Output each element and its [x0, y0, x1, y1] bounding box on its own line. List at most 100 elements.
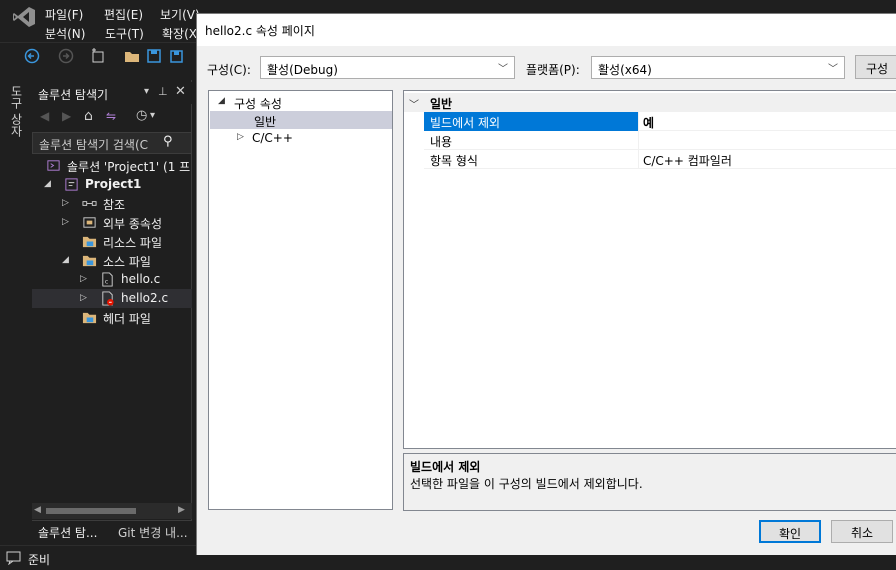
tree-row-header-files[interactable]: 헤더 파일	[32, 308, 192, 327]
tree-row-references[interactable]: ▷ 참조	[32, 194, 192, 213]
expanded-arrow-icon[interactable]: ◢	[62, 255, 70, 265]
visual-studio-logo-icon	[13, 7, 35, 27]
dialog-titlebar: hello2.c 속성 페이지	[197, 14, 896, 46]
description-title: 빌드에서 제외	[410, 460, 481, 474]
horizontal-scrollbar[interactable]: ◀ ▶	[32, 503, 192, 519]
configuration-value: 활성(Debug)	[267, 63, 338, 77]
property-row[interactable]: 내용	[424, 131, 896, 150]
category-general[interactable]: ﹀ 일반	[404, 93, 896, 112]
tree-label: 헤더 파일	[103, 312, 151, 326]
platform-combo[interactable]: 활성(x64) ﹀	[591, 56, 845, 79]
tree-label: 솔루션 'Project1' (1 프	[67, 160, 191, 174]
svg-text:c: c	[105, 277, 109, 285]
status-text: 준비	[28, 553, 51, 567]
dialog-title: hello2.c 속성 페이지	[205, 24, 315, 38]
menu-file[interactable]: 파일(F)	[45, 6, 83, 23]
property-grid: ﹀ 일반 빌드에서 제외 예 내용 항목 형식 C/C++ 컴파일러	[403, 90, 896, 449]
dropdown-icon[interactable]: ▾	[144, 86, 149, 97]
tree-row-source-files[interactable]: ◢ 소스 파일	[32, 251, 192, 270]
category-label: 일반	[430, 97, 453, 111]
solution-explorer-panel: 솔루션 탐색기 ▾ ⊥ ✕ ◀ ▶ ⌂ ⇋ ◷ ▾ 솔루션 탐색기 검색(C ⚲…	[32, 80, 192, 542]
switch-views-icon[interactable]: ⇋	[106, 109, 116, 123]
property-row[interactable]: 빌드에서 제외 예	[424, 112, 896, 131]
platform-label: 플랫폼(P):	[526, 63, 580, 77]
back-icon[interactable]	[24, 48, 40, 64]
solution-explorer-search[interactable]: 솔루션 탐색기 검색(C ⚲	[32, 132, 192, 154]
cancel-button-label: 취소	[850, 526, 874, 540]
property-tree: ◢ 구성 속성 일반 ▷ C/C++	[208, 90, 393, 510]
tree-label: hello2.c	[121, 291, 169, 305]
collapsed-arrow-icon[interactable]: ▷	[80, 293, 88, 303]
menu-tools[interactable]: 도구(T)	[105, 25, 144, 42]
property-value[interactable]: C/C++ 컴파일러	[643, 152, 732, 169]
scroll-right-icon[interactable]: ▶	[178, 505, 185, 515]
property-row[interactable]: 항목 형식 C/C++ 컴파일러	[424, 150, 896, 169]
menu-view[interactable]: 보기(V)	[160, 6, 200, 23]
expanded-arrow-icon[interactable]: ◢	[218, 96, 225, 106]
tree-item-configuration-properties[interactable]: ◢ 구성 속성	[210, 93, 392, 111]
history-icon[interactable]: ◷	[136, 108, 147, 123]
pin-icon[interactable]: ⊥	[158, 85, 168, 98]
chevron-down-icon[interactable]: ▾	[150, 110, 155, 121]
folder-icon	[82, 255, 97, 267]
tree-label: 일반	[254, 115, 277, 129]
collapsed-arrow-icon[interactable]: ▷	[237, 132, 244, 142]
chevron-down-icon: ﹀	[828, 64, 838, 75]
configuration-manager-button[interactable]: 구성	[855, 55, 896, 79]
home-icon[interactable]: ⌂	[84, 108, 93, 124]
tab-solution-explorer[interactable]: 솔루션 탐...	[38, 524, 97, 541]
menu-analyze[interactable]: 분석(N)	[45, 25, 85, 42]
save-icon[interactable]	[146, 48, 162, 64]
collapsed-arrow-icon[interactable]: ▷	[80, 274, 88, 284]
tree-row-project[interactable]: ◢ Project1	[32, 175, 192, 194]
collapsed-arrow-icon[interactable]: ▷	[62, 198, 70, 208]
tree-row-solution[interactable]: 솔루션 'Project1' (1 프	[32, 156, 192, 175]
tree-row-resource-files[interactable]: 리소스 파일	[32, 232, 192, 251]
tree-row-hello2-c[interactable]: ▷ hello2.c	[32, 289, 192, 308]
forward-icon[interactable]	[58, 48, 74, 64]
open-folder-icon[interactable]	[124, 48, 140, 64]
solution-icon	[47, 160, 60, 171]
c-file-icon: c	[102, 272, 113, 287]
external-deps-icon	[83, 217, 96, 228]
tree-label: Project1	[85, 177, 142, 191]
tab-git-changes[interactable]: Git 변경 내...	[118, 524, 188, 541]
expanded-arrow-icon[interactable]: ◢	[44, 179, 52, 189]
menu-edit[interactable]: 편집(E)	[104, 6, 143, 23]
references-icon	[82, 201, 97, 206]
scroll-left-icon[interactable]: ◀	[34, 505, 41, 515]
collapsed-arrow-icon[interactable]: ▷	[62, 217, 70, 227]
ok-button-label: 확인	[778, 527, 802, 541]
new-project-icon[interactable]	[90, 48, 106, 64]
status-ready-icon	[6, 551, 21, 565]
solution-explorer-titlebar: 솔루션 탐색기 ▾ ⊥ ✕	[32, 82, 192, 104]
close-icon[interactable]: ✕	[175, 84, 186, 99]
tree-row-external-deps[interactable]: ▷ 외부 종속성	[32, 213, 192, 232]
property-name: 내용	[424, 131, 639, 150]
configuration-combo[interactable]: 활성(Debug) ﹀	[260, 56, 515, 79]
ok-button[interactable]: 확인	[759, 520, 821, 543]
chevron-down-icon[interactable]: ﹀	[409, 96, 419, 111]
tree-item-c-cpp[interactable]: ▷ C/C++	[210, 129, 392, 147]
back-icon[interactable]: ◀	[40, 109, 49, 123]
property-value[interactable]: 예	[643, 114, 654, 131]
tree-label: 소스 파일	[103, 255, 151, 269]
scrollbar-thumb[interactable]	[46, 508, 136, 514]
forward-icon[interactable]: ▶	[62, 109, 71, 123]
folder-icon	[82, 236, 97, 248]
toolbox-tab[interactable]: 도구 상자	[8, 85, 25, 137]
chevron-down-icon: ﹀	[498, 64, 508, 75]
save-all-icon[interactable]	[168, 48, 184, 64]
tree-item-general[interactable]: 일반	[210, 111, 392, 129]
tree-label: hello.c	[121, 272, 161, 286]
tree-row-hello-c[interactable]: ▷ c hello.c	[32, 270, 192, 289]
cancel-button[interactable]: 취소	[831, 520, 893, 543]
search-placeholder: 솔루션 탐색기 검색(C	[39, 138, 149, 152]
search-icon[interactable]: ⚲	[163, 134, 173, 149]
configuration-label: 구성(C):	[207, 63, 251, 77]
property-name: 빌드에서 제외	[424, 112, 639, 131]
project-icon	[65, 178, 78, 191]
platform-value: 활성(x64)	[598, 63, 652, 77]
description-text: 선택한 파일을 이 구성의 빌드에서 제외합니다.	[410, 477, 643, 491]
tree-label: C/C++	[252, 131, 293, 145]
